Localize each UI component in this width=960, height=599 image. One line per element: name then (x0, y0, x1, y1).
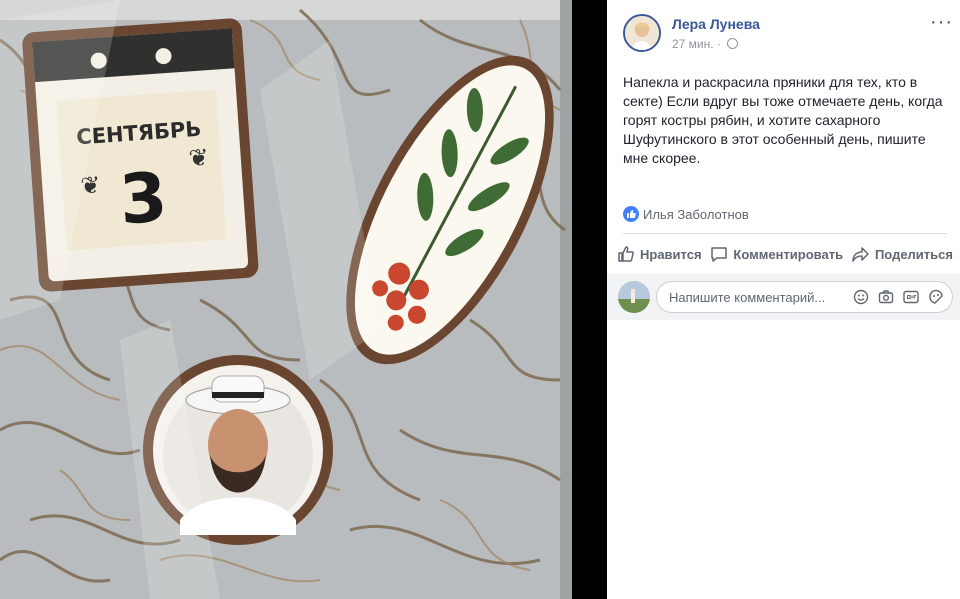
reactions-summary[interactable]: Илья Заболотнов (623, 206, 749, 222)
share-label: Поделиться (874, 246, 953, 262)
comment-placeholder: Напишите комментарий... (669, 290, 826, 305)
share-button[interactable]: Поделиться (850, 238, 955, 270)
emoji-icon[interactable] (853, 289, 869, 305)
photo-gingerbread-box: СЕНТЯБРЬ 3 ❦ ❦ (0, 0, 607, 599)
divider (623, 233, 947, 234)
action-bar: Нравится Комментировать Поделиться (615, 238, 955, 270)
post-text: Напекла и раскрасила пряники для тех, кт… (623, 74, 943, 166)
share-icon (852, 245, 870, 263)
like-button[interactable]: Нравится (615, 238, 704, 270)
post-header: Лера Лунева 27 мин. · ··· (623, 12, 953, 56)
camera-icon[interactable] (878, 289, 894, 305)
gif-icon[interactable] (903, 289, 919, 305)
author-avatar[interactable] (623, 14, 661, 52)
like-reaction-icon (623, 206, 639, 222)
thumbs-up-icon (617, 245, 635, 263)
post-photo[interactable]: СЕНТЯБРЬ 3 ❦ ❦ (0, 0, 607, 599)
globe-icon[interactable] (727, 38, 739, 49)
svg-text:❦: ❦ (188, 143, 210, 172)
comment-tools (853, 289, 944, 305)
sticker-icon[interactable] (928, 289, 944, 305)
post-time[interactable]: 27 мин. (672, 37, 714, 51)
meta-separator: · (716, 37, 721, 51)
author-name[interactable]: Лера Лунева (672, 16, 760, 32)
post-sidebar: Лера Лунева 27 мин. · ··· Напекла и раск… (607, 0, 960, 599)
calendar-day: 3 (117, 158, 170, 240)
comment-button[interactable]: Комментировать (708, 238, 845, 270)
like-label: Нравится (640, 246, 702, 262)
comment-input[interactable]: Напишите комментарий... (656, 281, 953, 313)
post-meta: 27 мин. · (672, 37, 739, 51)
comment-label: Комментировать (733, 246, 844, 262)
comment-composer: Напишите комментарий... (607, 274, 960, 320)
more-icon[interactable]: ··· (930, 12, 953, 32)
reactions-names: Илья Заболотнов (643, 207, 749, 222)
comment-icon (710, 245, 728, 263)
viewer-avatar[interactable] (618, 281, 650, 313)
